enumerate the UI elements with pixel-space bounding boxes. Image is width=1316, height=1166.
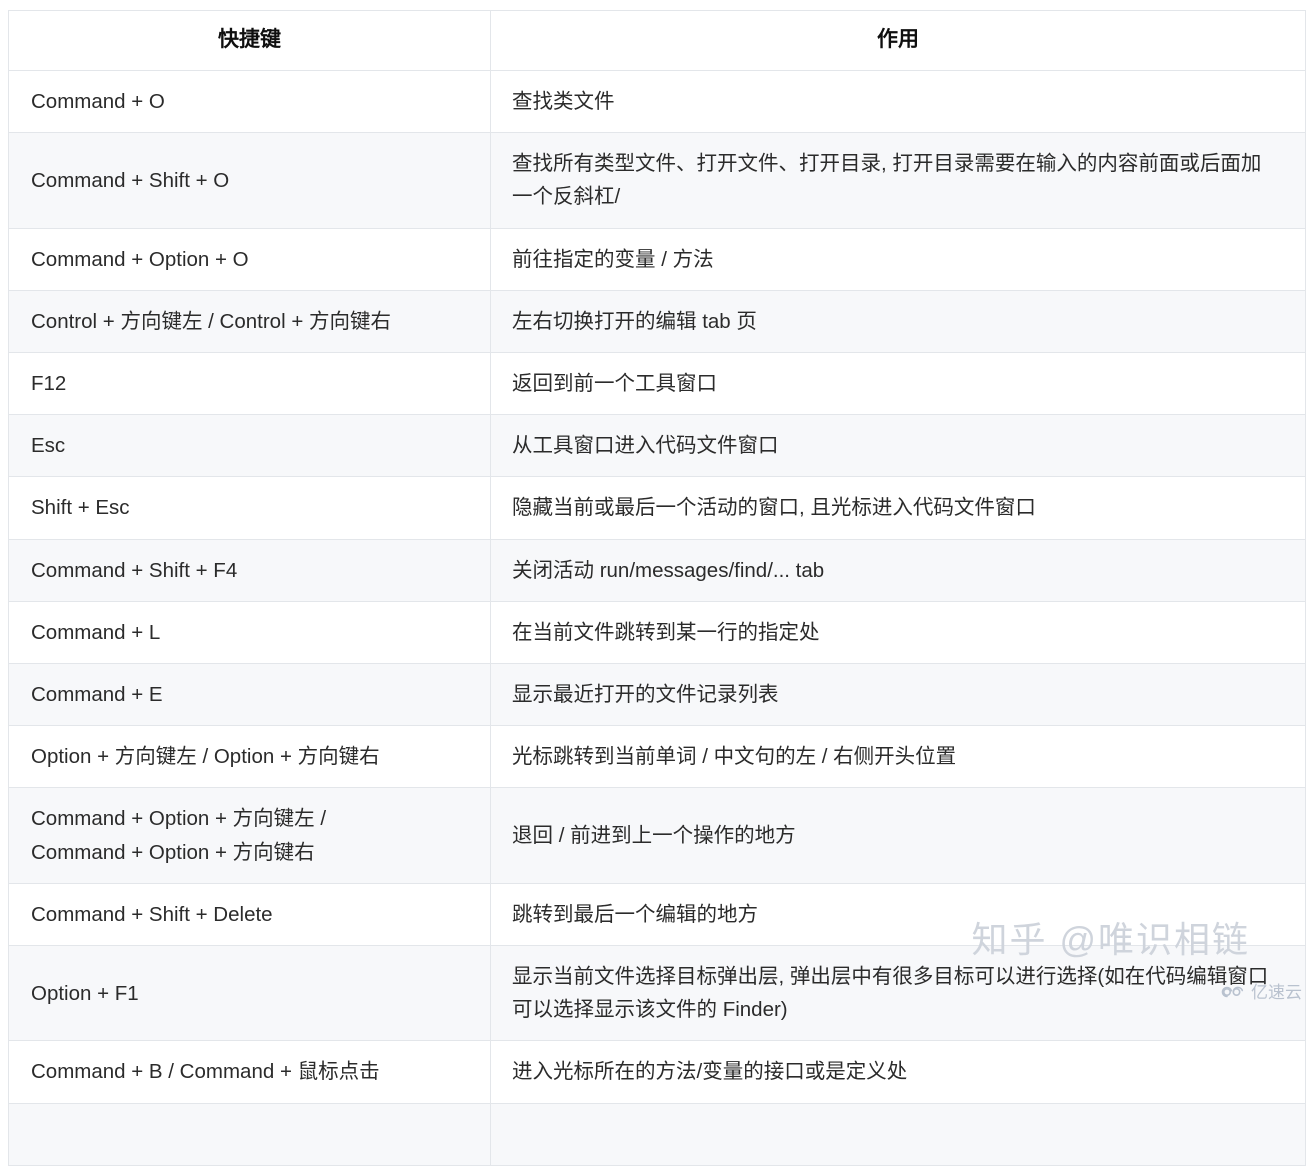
shortcut-key-line: Command + Option + 方向键右 (31, 840, 315, 864)
shortcut-action-cell: 查找所有类型文件、打开文件、打开目录, 打开目录需要在输入的内容前面或后面加一个… (490, 132, 1306, 229)
table-row: Command + B / Command + 鼠标点击 进入光标所在的方法/变量… (8, 1040, 1306, 1104)
shortcut-action-line: 隐藏当前或最后一个活动的窗口, 且光标进入代码文件窗口 (512, 496, 1036, 520)
shortcut-key-cell: Shift + Esc (8, 476, 491, 540)
table-row: Command + Option + 方向键左 / Command + Optio… (8, 787, 1306, 884)
shortcut-action-line: 关闭活动 run/messages/find/... tab (512, 558, 825, 582)
shortcut-action-cell: 进入光标所在的方法/变量的接口或是定义处 (490, 1040, 1306, 1104)
shortcut-action-cell: 左右切换打开的编辑 tab 页 (490, 289, 1306, 354)
shortcut-key-line: Shift + Esc (31, 496, 130, 520)
shortcut-key-line: Command + B / Command + 鼠标点击 (31, 1060, 380, 1084)
shortcut-key-cell: Option + F1 (8, 945, 491, 1042)
column-header-shortcut: 快捷键 (8, 10, 491, 71)
shortcut-action-cell: 在当前文件跳转到某一行的指定处 (490, 600, 1306, 665)
shortcut-key-cell: Command + E (8, 663, 491, 727)
shortcut-key-cell: Esc (8, 414, 491, 478)
shortcut-action-cell: 跳转到最后一个编辑的地方 (490, 882, 1306, 947)
table-row: Command + Shift + F4 关闭活动 run/messages/fi… (8, 538, 1306, 602)
shortcut-action-line: 跳转到最后一个编辑的地方 (512, 902, 758, 926)
table-row: Command + O 查找类文件 (8, 69, 1306, 134)
shortcut-action-line: 返回到前一个工具窗口 (512, 372, 717, 396)
shortcut-key-line: Command + Shift + Delete (31, 902, 273, 926)
table-row: F12 返回到前一个工具窗口 (8, 352, 1306, 416)
shortcut-key-line: Option + F1 (31, 981, 139, 1005)
shortcut-action-line: 从工具窗口进入代码文件窗口 (512, 434, 779, 458)
shortcut-action-line: 进入光标所在的方法/变量的接口或是定义处 (512, 1060, 908, 1084)
shortcut-key-line: Command + Shift + O (31, 168, 230, 192)
shortcut-key-cell: Command + L (8, 600, 491, 665)
shortcuts-table: 快捷键 作用 Command + O 查找类文件 Command + Shift +… (8, 10, 1306, 1166)
shortcut-key-line: Esc (31, 434, 66, 458)
table-row: Command + Shift + O 查找所有类型文件、打开文件、打开目录, 打… (8, 132, 1306, 229)
shortcut-action-cell (490, 1102, 1306, 1166)
shortcut-key-line: Command + E (31, 683, 163, 707)
table-row: Esc 从工具窗口进入代码文件窗口 (8, 414, 1306, 478)
shortcut-key-line: Command + L (31, 620, 161, 644)
shortcut-action-line: 左右切换打开的编辑 tab 页 (512, 309, 757, 333)
shortcut-action-cell: 退回 / 前进到上一个操作的地方 (490, 787, 1306, 884)
table-row: Command + E 显示最近打开的文件记录列表 (8, 663, 1306, 727)
shortcut-key-cell: Command + B / Command + 鼠标点击 (8, 1040, 491, 1104)
shortcut-action-line: 退回 / 前进到上一个操作的地方 (512, 824, 796, 848)
shortcut-action-cell: 关闭活动 run/messages/find/... tab (490, 538, 1306, 602)
table-row: Command + Option + O 前往指定的变量 / 方法 (8, 227, 1306, 291)
table-row: Command + Shift + Delete 跳转到最后一个编辑的地方 (8, 882, 1306, 947)
table-body: Command + O 查找类文件 Command + Shift + O 查找所有类… (8, 69, 1306, 1166)
table-header: 快捷键 作用 (8, 10, 1306, 71)
column-header-action: 作用 (490, 10, 1306, 71)
shortcut-key-line: Command + Option + O (31, 247, 249, 271)
shortcut-key-line: Command + O (31, 90, 165, 113)
shortcut-action-cell: 隐藏当前或最后一个活动的窗口, 且光标进入代码文件窗口 (490, 476, 1306, 540)
shortcut-action-cell: 显示当前文件选择目标弹出层, 弹出层中有很多目标可以进行选择(如在代码编辑窗口可… (490, 945, 1306, 1042)
shortcut-action-line: 查找类文件 (512, 90, 615, 113)
shortcut-action-line: 在当前文件跳转到某一行的指定处 (512, 620, 820, 644)
shortcut-action-cell: 前往指定的变量 / 方法 (490, 227, 1306, 291)
shortcut-key-cell: Command + Shift + Delete (8, 882, 491, 947)
table-row: Control + 方向键左 / Control + 方向键右 左右切换打开的编辑… (8, 289, 1306, 354)
shortcut-key-cell: F12 (8, 352, 491, 416)
shortcut-key-line: Command + Option + 方向键左 / (31, 807, 327, 831)
table-row (8, 1102, 1306, 1166)
shortcut-action-line: 显示最近打开的文件记录列表 (512, 683, 779, 707)
shortcut-action-line: 查找所有类型文件、打开文件、打开目录, 打开目录需要在输入的内容前面或后面加一个… (512, 152, 1262, 209)
shortcut-action-cell: 从工具窗口进入代码文件窗口 (490, 414, 1306, 478)
shortcut-action-line: 前往指定的变量 / 方法 (512, 247, 714, 271)
shortcut-action-line: 显示当前文件选择目标弹出层, 弹出层中有很多目标可以进行选择(如在代码编辑窗口可… (512, 965, 1269, 1022)
shortcut-action-cell: 显示最近打开的文件记录列表 (490, 663, 1306, 727)
shortcut-key-cell (8, 1102, 491, 1166)
table-row: Option + 方向键左 / Option + 方向键右 光标跳转到当前单词 /… (8, 725, 1306, 789)
table-row: Shift + Esc 隐藏当前或最后一个活动的窗口, 且光标进入代码文件窗口 (8, 476, 1306, 540)
shortcut-key-cell: Command + Shift + F4 (8, 538, 491, 602)
table-row: Option + F1 显示当前文件选择目标弹出层, 弹出层中有很多目标可以进行选… (8, 945, 1306, 1042)
shortcut-key-cell: Control + 方向键左 / Control + 方向键右 (8, 289, 491, 354)
table-header-row: 快捷键 作用 (8, 10, 1306, 71)
shortcut-action-cell: 返回到前一个工具窗口 (490, 352, 1306, 416)
shortcut-key-line: Option + 方向键左 / Option + 方向键右 (31, 745, 380, 769)
shortcut-key-cell: Option + 方向键左 / Option + 方向键右 (8, 725, 491, 789)
shortcut-key-cell: Command + Shift + O (8, 132, 491, 229)
shortcut-key-cell: Command + Option + 方向键左 / Command + Optio… (8, 787, 491, 884)
shortcut-key-line: Control + 方向键左 / Control + 方向键右 (31, 309, 391, 333)
shortcut-action-line: 光标跳转到当前单词 / 中文句的左 / 右侧开头位置 (512, 745, 957, 769)
shortcut-key-line: Command + Shift + F4 (31, 558, 238, 582)
document-sheet: 快捷键 作用 Command + O 查找类文件 Command + Shift +… (0, 0, 1316, 1166)
shortcut-action-cell: 光标跳转到当前单词 / 中文句的左 / 右侧开头位置 (490, 725, 1306, 789)
table-row: Command + L 在当前文件跳转到某一行的指定处 (8, 600, 1306, 665)
shortcut-key-line: F12 (31, 372, 67, 396)
shortcut-key-cell: Command + O (8, 69, 491, 134)
shortcut-key-cell: Command + Option + O (8, 227, 491, 291)
shortcut-action-cell: 查找类文件 (490, 69, 1306, 134)
